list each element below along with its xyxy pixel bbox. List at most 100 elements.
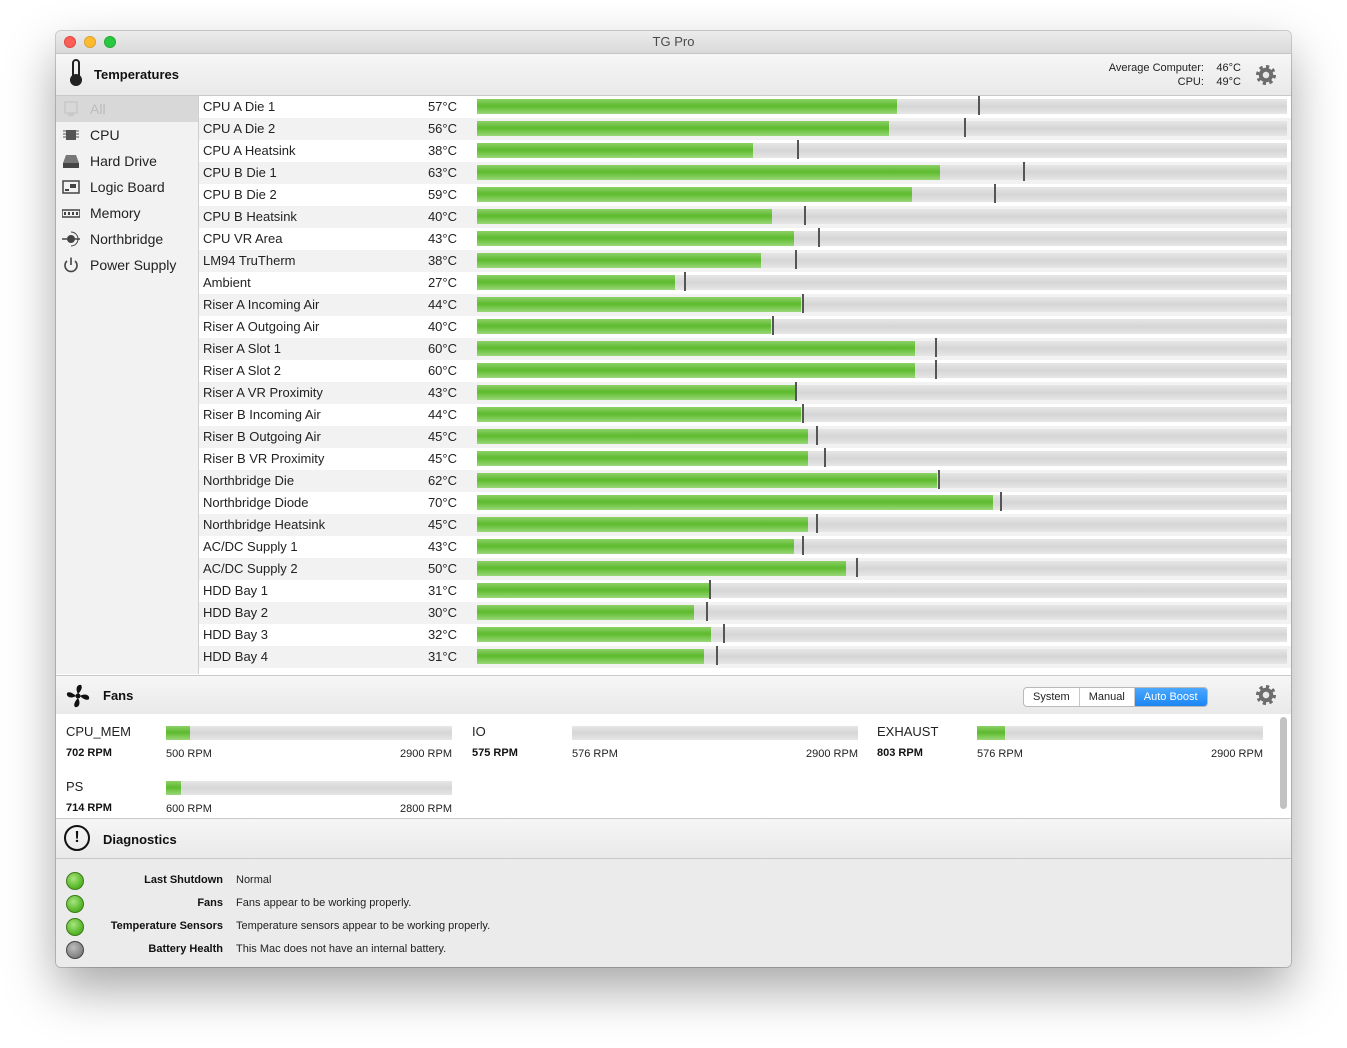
sidebar-item-memory[interactable]: Memory — [56, 200, 198, 226]
sensor-row[interactable]: HDD Bay 4 31°C — [199, 646, 1291, 668]
sensor-temperature: 43°C — [427, 385, 457, 400]
sidebar-item-label: Northbridge — [90, 231, 164, 247]
sensor-row[interactable]: Riser B VR Proximity 45°C — [199, 448, 1291, 470]
fans-settings-gear-icon[interactable] — [1256, 685, 1276, 705]
fan-max-rpm: 2800 RPM — [400, 803, 452, 815]
temperature-bar-fill — [477, 319, 771, 334]
sensor-row[interactable]: HDD Bay 2 30°C — [199, 602, 1291, 624]
sensor-row[interactable]: CPU B Die 2 59°C — [199, 184, 1291, 206]
sensor-row[interactable]: CPU A Heatsink 38°C — [199, 140, 1291, 162]
sensor-row[interactable]: CPU A Die 2 56°C — [199, 118, 1291, 140]
sensor-temperature: 62°C — [427, 473, 457, 488]
sidebar-item-label: Power Supply — [90, 257, 177, 273]
sensor-row[interactable]: Riser A Outgoing Air 40°C — [199, 316, 1291, 338]
temperatures-header: Temperatures Average Computer: 46°C CPU:… — [56, 54, 1291, 96]
sensor-row[interactable]: AC/DC Supply 2 50°C — [199, 558, 1291, 580]
sensor-row[interactable]: LM94 TruTherm 38°C — [199, 250, 1291, 272]
fan-mode-system-button[interactable]: System — [1024, 688, 1080, 706]
sidebar-item-logic-board[interactable]: Logic Board — [56, 174, 198, 200]
sensor-temperature: 38°C — [427, 253, 457, 268]
sensor-row[interactable]: Riser A Incoming Air 44°C — [199, 294, 1291, 316]
fan-speed-bar[interactable] — [977, 726, 1263, 740]
max-temperature-marker — [804, 206, 806, 225]
temperature-bar-fill — [477, 187, 912, 202]
temperature-bar-fill — [477, 561, 846, 576]
sensor-row[interactable]: Riser A VR Proximity 43°C — [199, 382, 1291, 404]
sensor-temperature: 56°C — [427, 121, 457, 136]
exclamation-icon: ! — [64, 825, 90, 851]
sensor-name: Northbridge Heatsink — [203, 517, 326, 532]
diagnostic-value: Normal — [236, 874, 272, 886]
status-ok-icon — [66, 918, 84, 936]
sensor-temperature: 44°C — [427, 407, 457, 422]
temperature-bar — [477, 382, 1287, 401]
sensor-row[interactable]: CPU VR Area 43°C — [199, 228, 1291, 250]
max-temperature-marker — [935, 360, 937, 379]
fan-mode-auto-boost-button[interactable]: Auto Boost — [1134, 688, 1207, 706]
temperature-bar — [477, 360, 1287, 379]
sensor-row[interactable]: CPU B Heatsink 40°C — [199, 206, 1291, 228]
fan-speed-bar[interactable] — [572, 726, 858, 740]
temperature-bar-fill — [477, 275, 675, 290]
sensor-row[interactable]: Northbridge Diode 70°C — [199, 492, 1291, 514]
sensor-row[interactable]: Northbridge Die 62°C — [199, 470, 1291, 492]
sensor-name: Northbridge Die — [203, 473, 295, 488]
sensor-name: Riser B VR Proximity — [203, 451, 325, 466]
sensor-row[interactable]: AC/DC Supply 1 43°C — [199, 536, 1291, 558]
sensor-row[interactable]: Northbridge Heatsink 45°C — [199, 514, 1291, 536]
sensor-temperature: 45°C — [427, 429, 457, 444]
max-temperature-marker — [935, 338, 937, 357]
diagnostic-row-last-shutdown: Last Shutdown Normal — [56, 871, 1291, 894]
sensor-name: CPU B Die 1 — [203, 165, 277, 180]
sidebar-item-hard-drive[interactable]: Hard Drive — [56, 148, 198, 174]
sensor-row[interactable]: Ambient 27°C — [199, 272, 1291, 294]
sensor-temperature: 31°C — [427, 583, 457, 598]
sidebar-item-northbridge[interactable]: Northbridge — [56, 226, 198, 252]
fan-name: CPU_MEM — [66, 724, 132, 739]
max-temperature-marker — [716, 646, 718, 665]
sensor-row[interactable]: CPU B Die 1 63°C — [199, 162, 1291, 184]
max-temperature-marker — [684, 272, 686, 291]
sensor-row[interactable]: Riser A Slot 2 60°C — [199, 360, 1291, 382]
fan-speed-bar[interactable] — [166, 726, 452, 740]
sensor-name: HDD Bay 4 — [203, 649, 269, 664]
sensor-name: Riser A Slot 2 — [203, 363, 282, 378]
temperature-bar-fill — [477, 121, 889, 136]
fan-max-rpm: 2900 RPM — [400, 748, 452, 760]
memory-icon — [62, 209, 80, 218]
temperature-bar — [477, 558, 1287, 577]
sensor-row[interactable]: Riser B Outgoing Air 45°C — [199, 426, 1291, 448]
fan-speed-bar[interactable] — [166, 781, 452, 795]
sidebar-item-label: Hard Drive — [90, 153, 157, 169]
zoom-window-button[interactable] — [104, 36, 116, 48]
sensor-row[interactable]: HDD Bay 1 31°C — [199, 580, 1291, 602]
temperature-bar — [477, 96, 1287, 115]
temperature-bar — [477, 228, 1287, 247]
temperature-bar-fill — [477, 583, 709, 598]
sensor-row[interactable]: Riser B Incoming Air 44°C — [199, 404, 1291, 426]
cpu-chip-icon — [63, 130, 79, 140]
fan-mode-manual-button[interactable]: Manual — [1080, 688, 1135, 706]
temperatures-settings-gear-icon[interactable] — [1256, 65, 1276, 85]
sensor-name: AC/DC Supply 2 — [203, 561, 298, 576]
sensor-row[interactable]: Riser A Slot 1 60°C — [199, 338, 1291, 360]
minimize-window-button[interactable] — [84, 36, 96, 48]
sensor-temperature: 45°C — [427, 517, 457, 532]
sidebar-item-power-supply[interactable]: Power Supply — [56, 252, 198, 278]
sensor-name: HDD Bay 3 — [203, 627, 269, 642]
max-temperature-marker — [795, 250, 797, 269]
hard-drive-icon — [63, 155, 79, 168]
temperature-bar-fill — [477, 429, 808, 444]
status-none-icon — [66, 941, 84, 959]
fans-scrollbar[interactable] — [1280, 717, 1287, 809]
max-temperature-marker — [706, 602, 708, 621]
sidebar-item-cpu[interactable]: CPU — [56, 122, 198, 148]
sensor-category-sidebar: All CPU Hard Drive Logic Board Memory No… — [56, 96, 199, 674]
sensor-row[interactable]: CPU A Die 1 57°C — [199, 96, 1291, 118]
sensor-name: CPU VR Area — [203, 231, 283, 246]
max-temperature-marker — [802, 294, 804, 313]
sensor-row[interactable]: HDD Bay 3 32°C — [199, 624, 1291, 646]
close-window-button[interactable] — [64, 36, 76, 48]
sidebar-item-all[interactable]: All — [56, 96, 198, 122]
temperature-bar — [477, 470, 1287, 489]
